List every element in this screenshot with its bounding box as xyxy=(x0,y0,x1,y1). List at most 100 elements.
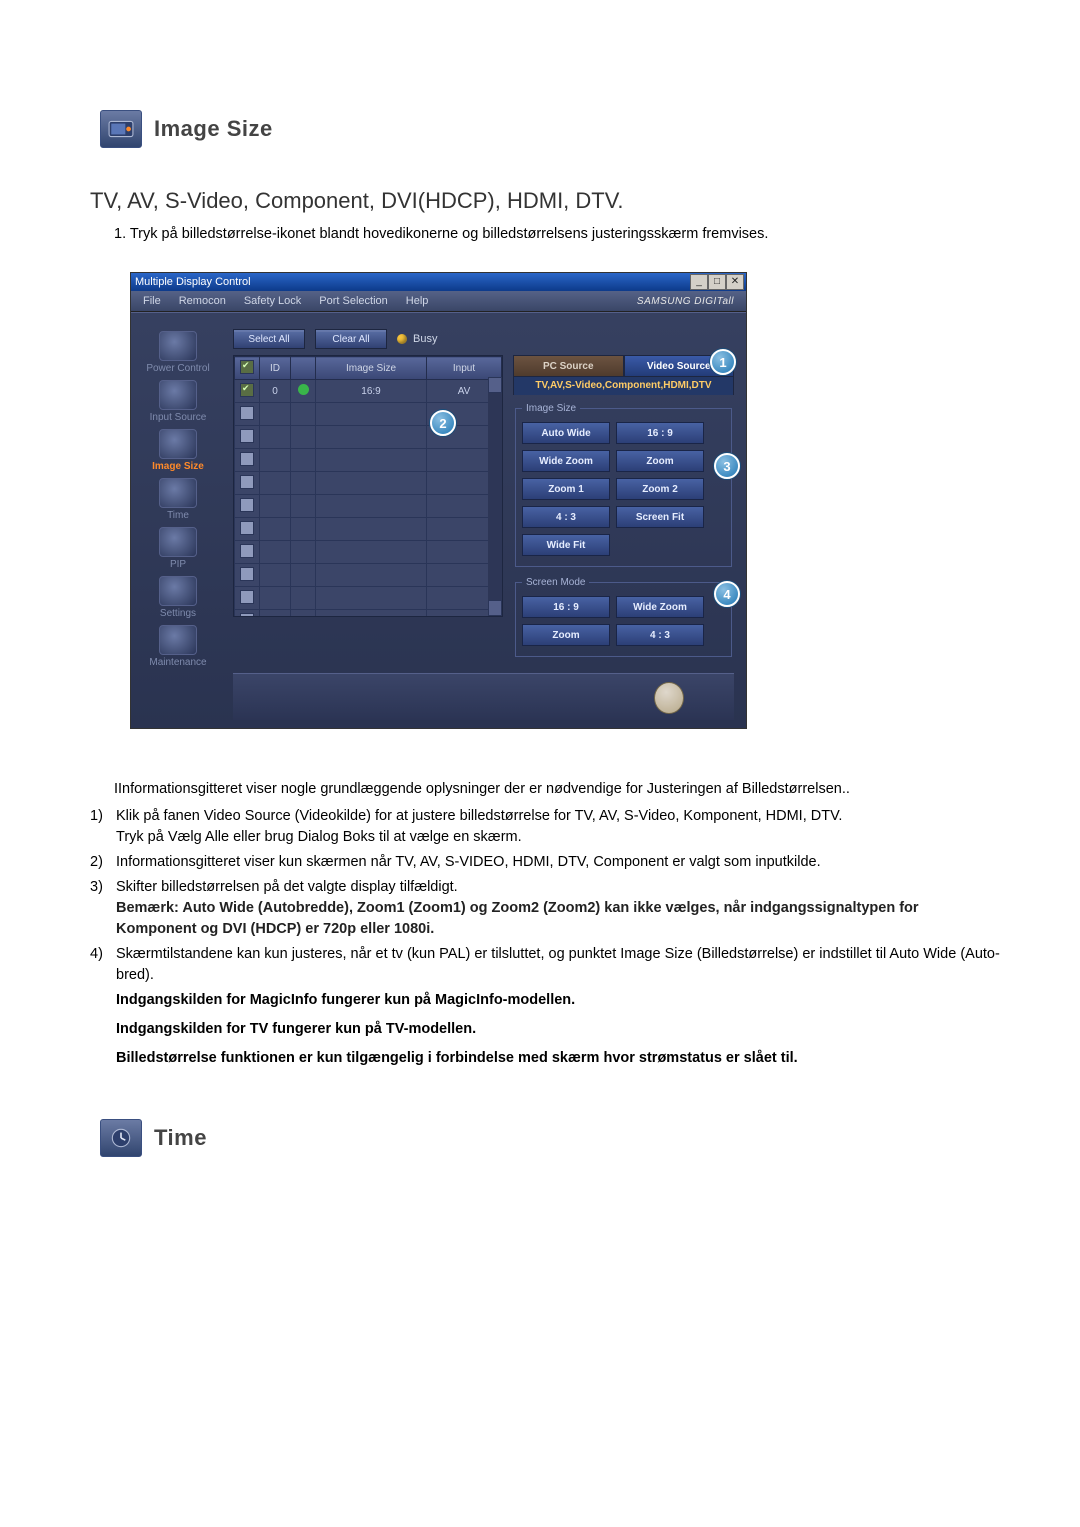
video-source-sublabel: TV,AV,S-Video,Component,HDMI,DTV xyxy=(513,377,734,395)
section-title: Time xyxy=(154,1125,207,1151)
row-checkbox[interactable] xyxy=(240,567,254,581)
input-source-icon xyxy=(159,380,197,410)
col-id: ID xyxy=(260,357,291,380)
table-row[interactable]: 0 16:9 AV xyxy=(235,380,502,403)
row-checkbox[interactable] xyxy=(240,452,254,466)
callout-2: 2 xyxy=(430,410,456,436)
menubar: File Remocon Safety Lock Port Selection … xyxy=(131,291,746,312)
tail-note-1: Indgangskilden for MagicInfo fungerer ku… xyxy=(116,990,1000,1011)
minimize-button[interactable]: _ xyxy=(690,274,708,290)
image-size-section-icon xyxy=(100,110,142,148)
menu-safety-lock[interactable]: Safety Lock xyxy=(244,295,301,307)
table-row[interactable] xyxy=(235,587,502,610)
row-checkbox[interactable] xyxy=(240,544,254,558)
list-item: 1) Klik på fanen Video Source (Videokild… xyxy=(90,806,1000,848)
row-checkbox[interactable] xyxy=(240,498,254,512)
image-size-auto-wide-button[interactable]: Auto Wide xyxy=(522,422,610,444)
sidebar-item-settings[interactable]: Settings xyxy=(138,576,218,619)
item-text: Skifter billedstørrelsen på det valgte d… xyxy=(116,879,458,895)
item-number: 1) xyxy=(90,806,108,848)
menu-file[interactable]: File xyxy=(143,295,161,307)
table-row[interactable] xyxy=(235,541,502,564)
row-checkbox[interactable] xyxy=(240,406,254,420)
busy-label: Busy xyxy=(413,333,437,345)
panel-legend: Screen Mode xyxy=(522,577,589,588)
sidebar-item-label: Input Source xyxy=(150,412,207,423)
table-row[interactable] xyxy=(235,403,502,426)
list-item: 2) Informationsgitteret viser kun skærme… xyxy=(90,852,1000,873)
item-number: 4) xyxy=(90,944,108,986)
item-note-bold: Bemærk: Auto Wide (Autobredde), Zoom1 (Z… xyxy=(116,900,919,937)
clear-all-button[interactable]: Clear All xyxy=(315,329,387,349)
settings-icon xyxy=(159,576,197,606)
image-size-zoom2-button[interactable]: Zoom 2 xyxy=(616,478,704,500)
scroll-track[interactable] xyxy=(488,393,502,600)
info-icon[interactable] xyxy=(654,682,684,714)
row-checkbox[interactable] xyxy=(240,429,254,443)
cell-image-size: 16:9 xyxy=(316,380,427,403)
table-row[interactable] xyxy=(235,610,502,618)
tab-pc-source[interactable]: PC Source xyxy=(513,355,624,377)
table-row[interactable] xyxy=(235,472,502,495)
row-checkbox[interactable] xyxy=(240,521,254,535)
select-all-button[interactable]: Select All xyxy=(233,329,305,349)
image-size-zoom1-button[interactable]: Zoom 1 xyxy=(522,478,610,500)
busy-indicator: Busy xyxy=(397,333,437,345)
scroll-up-button[interactable] xyxy=(488,377,502,393)
row-checkbox[interactable] xyxy=(240,613,254,618)
close-button[interactable]: ✕ xyxy=(726,274,744,290)
section-title: Image Size xyxy=(154,116,273,142)
item-number: 3) xyxy=(90,877,108,940)
sidebar-item-time[interactable]: Time xyxy=(138,478,218,521)
row-checkbox[interactable] xyxy=(240,383,254,397)
info-grid: ID Image Size Input 0 16:9 AV xyxy=(233,355,503,617)
table-row[interactable] xyxy=(235,564,502,587)
col-image-size: Image Size xyxy=(316,357,427,380)
image-size-zoom-button[interactable]: Zoom xyxy=(616,450,704,472)
sidebar-item-label: Maintenance xyxy=(149,657,206,668)
image-size-4-3-button[interactable]: 4 : 3 xyxy=(522,506,610,528)
screen-mode-16-9-button[interactable]: 16 : 9 xyxy=(522,596,610,618)
table-row[interactable] xyxy=(235,495,502,518)
item-subtext: Tryk på Vælg Alle eller brug Dialog Boks… xyxy=(116,829,522,845)
tail-note-2: Indgangskilden for TV fungerer kun på TV… xyxy=(116,1019,1000,1040)
item-number: 2) xyxy=(90,852,108,873)
app-window: Multiple Display Control _ □ ✕ File Remo… xyxy=(130,272,747,729)
menu-remocon[interactable]: Remocon xyxy=(179,295,226,307)
row-checkbox[interactable] xyxy=(240,475,254,489)
sidebar-item-pip[interactable]: PIP xyxy=(138,527,218,570)
maintenance-icon xyxy=(159,625,197,655)
item-text: Informationsgitteret viser kun skærmen n… xyxy=(116,852,1000,873)
table-row[interactable] xyxy=(235,426,502,449)
menu-help[interactable]: Help xyxy=(406,295,429,307)
menu-port-selection[interactable]: Port Selection xyxy=(319,295,387,307)
item-text: Skærmtilstandene kan kun justeres, når e… xyxy=(116,944,1000,986)
scroll-down-button[interactable] xyxy=(488,600,502,616)
screen-mode-wide-zoom-button[interactable]: Wide Zoom xyxy=(616,596,704,618)
sidebar-item-maintenance[interactable]: Maintenance xyxy=(138,625,218,668)
table-row[interactable] xyxy=(235,449,502,472)
image-size-wide-fit-button[interactable]: Wide Fit xyxy=(522,534,610,556)
sidebar-item-power-control[interactable]: Power Control xyxy=(138,331,218,374)
col-checkbox[interactable] xyxy=(235,357,260,380)
busy-dot-icon xyxy=(397,334,407,344)
table-row[interactable] xyxy=(235,518,502,541)
right-panel: PC Source Video Source TV,AV,S-Video,Com… xyxy=(513,355,734,667)
grid-scrollbar[interactable] xyxy=(488,377,502,616)
screen-mode-zoom-button[interactable]: Zoom xyxy=(522,624,610,646)
image-size-screen-fit-button[interactable]: Screen Fit xyxy=(616,506,704,528)
sidebar-item-label: Time xyxy=(167,510,189,521)
sidebar-item-input-source[interactable]: Input Source xyxy=(138,380,218,423)
sidebar-item-image-size[interactable]: Image Size xyxy=(138,429,218,472)
lead-text: IInformationsgitteret viser nogle grundl… xyxy=(114,779,1000,800)
maximize-button[interactable]: □ xyxy=(708,274,726,290)
sidebar-item-label: Settings xyxy=(160,608,196,619)
row-checkbox[interactable] xyxy=(240,590,254,604)
image-size-wide-zoom-button[interactable]: Wide Zoom xyxy=(522,450,610,472)
header-checkbox[interactable] xyxy=(240,360,254,374)
image-size-16-9-button[interactable]: 16 : 9 xyxy=(616,422,704,444)
pip-icon xyxy=(159,527,197,557)
callout-1: 1 xyxy=(710,349,736,375)
sidebar-item-label: PIP xyxy=(170,559,186,570)
screen-mode-4-3-button[interactable]: 4 : 3 xyxy=(616,624,704,646)
